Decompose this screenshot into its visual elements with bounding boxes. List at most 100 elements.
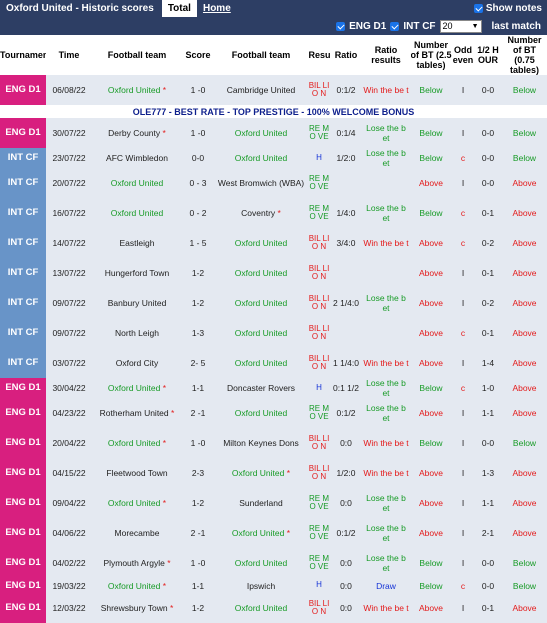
match-result: BIL LIO N — [308, 263, 330, 281]
tournament-badge: ENG D1 — [0, 458, 46, 488]
over-under-075: Above — [512, 298, 537, 308]
away-team: Oxford United — [214, 548, 308, 578]
table-row[interactable]: INT CF 09/07/22 Banbury United 1-2 Oxford Un… — [0, 288, 547, 318]
home-star: * — [162, 498, 167, 508]
over-under-075: Below — [512, 128, 537, 138]
table-row[interactable]: ENG D1 04/15/22 Fleetwood Town 2-3 Oxford Un… — [0, 458, 547, 488]
table-row[interactable]: ENG D1 19/03/22 Oxford United * 1-1 Ipswich H… — [0, 578, 547, 593]
table-row[interactable]: ENG D1 30/07/22 Derby County * 1 -0 Oxford U… — [0, 118, 547, 148]
match-score: 2-3 — [191, 468, 205, 478]
over-under-075: Below — [512, 438, 537, 448]
table-row[interactable]: ENG D1 04/02/22 Plymouth Argyle * 1 -0 Oxfor… — [0, 548, 547, 578]
match-result: BIL LIO N — [308, 463, 330, 481]
odd-even: I — [461, 603, 465, 613]
match-score: 2- 5 — [190, 358, 206, 368]
table-row[interactable]: ENG D1 04/23/22 Rotherham United * 2 -1 Oxfo… — [0, 398, 547, 428]
match-score: 1 - 5 — [189, 238, 207, 248]
ad-banner[interactable]: OLE777 - BEST RATE - TOP PRESTIGE - 100%… — [0, 105, 547, 118]
odd-even: I — [461, 85, 465, 95]
match-result: RE MO VE — [309, 173, 329, 191]
over-under-075: Above — [512, 238, 537, 248]
odd-even: I — [461, 438, 465, 448]
column-header: Score — [182, 35, 215, 75]
handicap-ratio: 2 1/4:0 — [333, 298, 359, 308]
away-team: Oxford United — [214, 258, 308, 288]
away-team: Cambridge United — [214, 75, 308, 105]
home-team: Oxford City — [92, 348, 182, 378]
away-team-name: Oxford United — [234, 238, 288, 248]
half-time-score: 1-1 — [481, 498, 495, 508]
away-team: Sunderland — [214, 488, 308, 518]
match-score: 1-2 — [191, 498, 205, 508]
over-under-25: Below — [419, 383, 443, 393]
home-team: Oxford United * — [92, 488, 182, 518]
match-date: 04/06/22 — [52, 528, 86, 538]
away-team: West Bromwich (WBA) — [214, 168, 308, 198]
int-cf-checkbox[interactable] — [390, 21, 400, 31]
ratio-result: Lose the b et — [366, 493, 406, 513]
match-date: 20/07/22 — [52, 178, 86, 188]
home-team: North Leigh — [92, 318, 182, 348]
table-row[interactable]: INT CF 03/07/22 Oxford City 2- 5 Oxford Unit… — [0, 348, 547, 378]
eng-d1-checkbox[interactable] — [336, 21, 346, 31]
home-team-name: Plymouth Argyle — [103, 558, 165, 568]
ratio-result: Win the be t — [363, 468, 409, 478]
tournament-badge: ENG D1 — [0, 578, 46, 593]
away-team-name: Oxford United — [234, 153, 288, 163]
table-row[interactable]: INT CF 16/07/22 Oxford United 0 - 2 Coventry… — [0, 198, 547, 228]
table-row[interactable]: INT CF 09/07/22 North Leigh 1-3 Oxford Unite… — [0, 318, 547, 348]
table-row[interactable]: ENG D1 09/04/22 Oxford United * 1-2 Sunderla… — [0, 488, 547, 518]
away-team: Oxford United — [214, 228, 308, 258]
tournament-badge: ENG D1 — [0, 378, 46, 398]
match-date: 09/07/22 — [52, 298, 86, 308]
home-team-name: Oxford United — [107, 383, 161, 393]
match-score: 0-0 — [191, 153, 205, 163]
tab-total[interactable]: Total — [161, 0, 197, 17]
match-result: BIL LIO N — [308, 353, 330, 371]
home-team-name: Morecambe — [114, 528, 160, 538]
ad-banner-row[interactable]: OLE777 - BEST RATE - TOP PRESTIGE - 100%… — [0, 105, 547, 118]
away-team-name: Doncaster Rovers — [226, 383, 296, 393]
match-date: 03/07/22 — [52, 358, 86, 368]
handicap-ratio: 0:1/2 — [336, 408, 356, 418]
home-team-name: Oxford United — [107, 438, 161, 448]
match-result: RE MO VE — [309, 203, 329, 221]
match-score: 2 -1 — [190, 528, 206, 538]
table-row[interactable]: INT CF 23/07/22 AFC Wimbledon 0-0 Oxford Uni… — [0, 148, 547, 168]
show-notes-checkbox[interactable] — [473, 4, 483, 13]
home-team: Morecambe — [92, 518, 182, 548]
tab-home[interactable]: Home — [197, 0, 237, 17]
over-under-25: Below — [419, 208, 443, 218]
show-notes-toggle[interactable]: Show notes — [469, 0, 547, 17]
half-time-score: 0-2 — [481, 238, 495, 248]
home-team-name: AFC Wimbledon — [106, 153, 168, 163]
table-row[interactable]: ENG D1 30/04/22 Oxford United * 1-1 Doncaste… — [0, 378, 547, 398]
tournament-badge: INT CF — [0, 198, 46, 228]
over-under-25: Above — [418, 268, 444, 278]
match-score: 1 -0 — [190, 438, 206, 448]
table-row[interactable]: ENG D1 04/06/22 Morecambe 2 -1 Oxford United… — [0, 518, 547, 548]
ratio-result — [362, 258, 410, 288]
table-row[interactable]: INT CF 14/07/22 Eastleigh 1 - 5 Oxford Unite… — [0, 228, 547, 258]
table-row[interactable]: ENG D1 12/03/22 Shrewsbury Town * 1-2 Oxford… — [0, 593, 547, 623]
table-row[interactable]: INT CF 13/07/22 Hungerford Town 1-2 Oxford U… — [0, 258, 547, 288]
ratio-result: Lose the b et — [366, 403, 406, 423]
show-notes-label: Show notes — [485, 3, 542, 14]
table-row[interactable]: ENG D1 06/08/22 Oxford United * 1 -0 Cambrid… — [0, 75, 547, 105]
home-team-name: Oxford United — [107, 85, 161, 95]
handicap-ratio: 0:1 1/2 — [333, 383, 359, 393]
over-under-25: Above — [418, 328, 444, 338]
table-row[interactable]: INT CF 20/07/22 Oxford United 0 - 3 West Bro… — [0, 168, 547, 198]
tournament-badge: ENG D1 — [0, 488, 46, 518]
home-team: Shrewsbury Town * — [92, 593, 182, 623]
table-header: TournamentsTimeFootball teamScoreFootbal… — [0, 35, 547, 75]
ratio-result: Draw — [376, 580, 396, 591]
odd-even: c — [460, 208, 466, 218]
home-team: Plymouth Argyle * — [92, 548, 182, 578]
match-count-select[interactable]: 20 ▼ — [439, 19, 482, 33]
match-score: 1-2 — [191, 268, 205, 278]
column-header: Ratio — [330, 35, 363, 75]
match-result: H — [316, 580, 322, 590]
table-row[interactable]: ENG D1 20/04/22 Oxford United * 1 -0 Milton … — [0, 428, 547, 458]
ratio-result — [362, 318, 410, 348]
